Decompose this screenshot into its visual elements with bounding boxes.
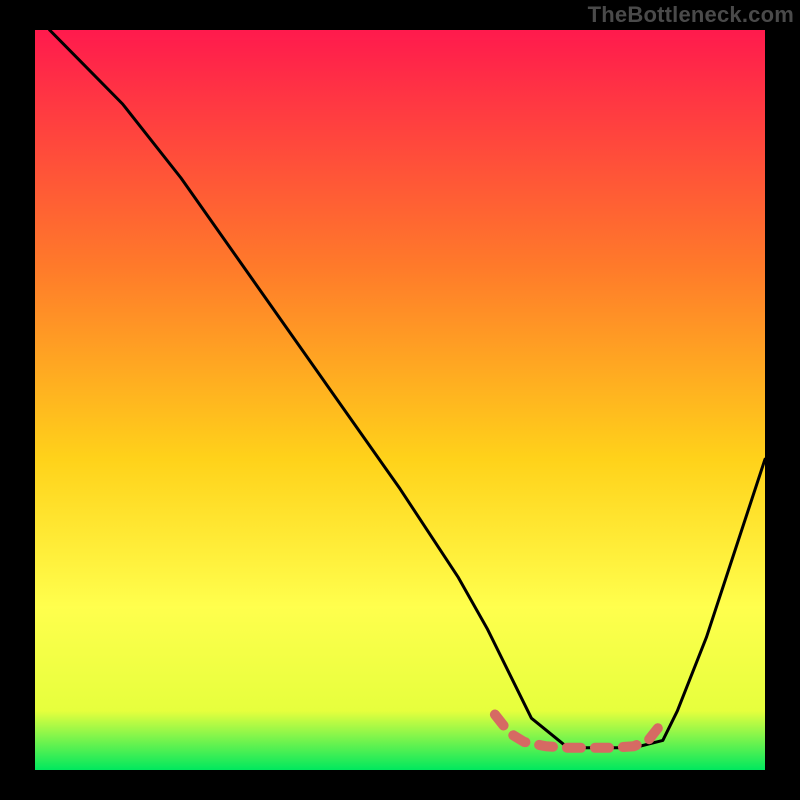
watermark-label: TheBottleneck.com [588, 2, 794, 28]
chart-frame: TheBottleneck.com [0, 0, 800, 800]
bottleneck-curve [50, 30, 765, 748]
curve-layer [35, 30, 765, 770]
plot-area [35, 30, 765, 770]
optimal-zone-mark [495, 715, 663, 748]
